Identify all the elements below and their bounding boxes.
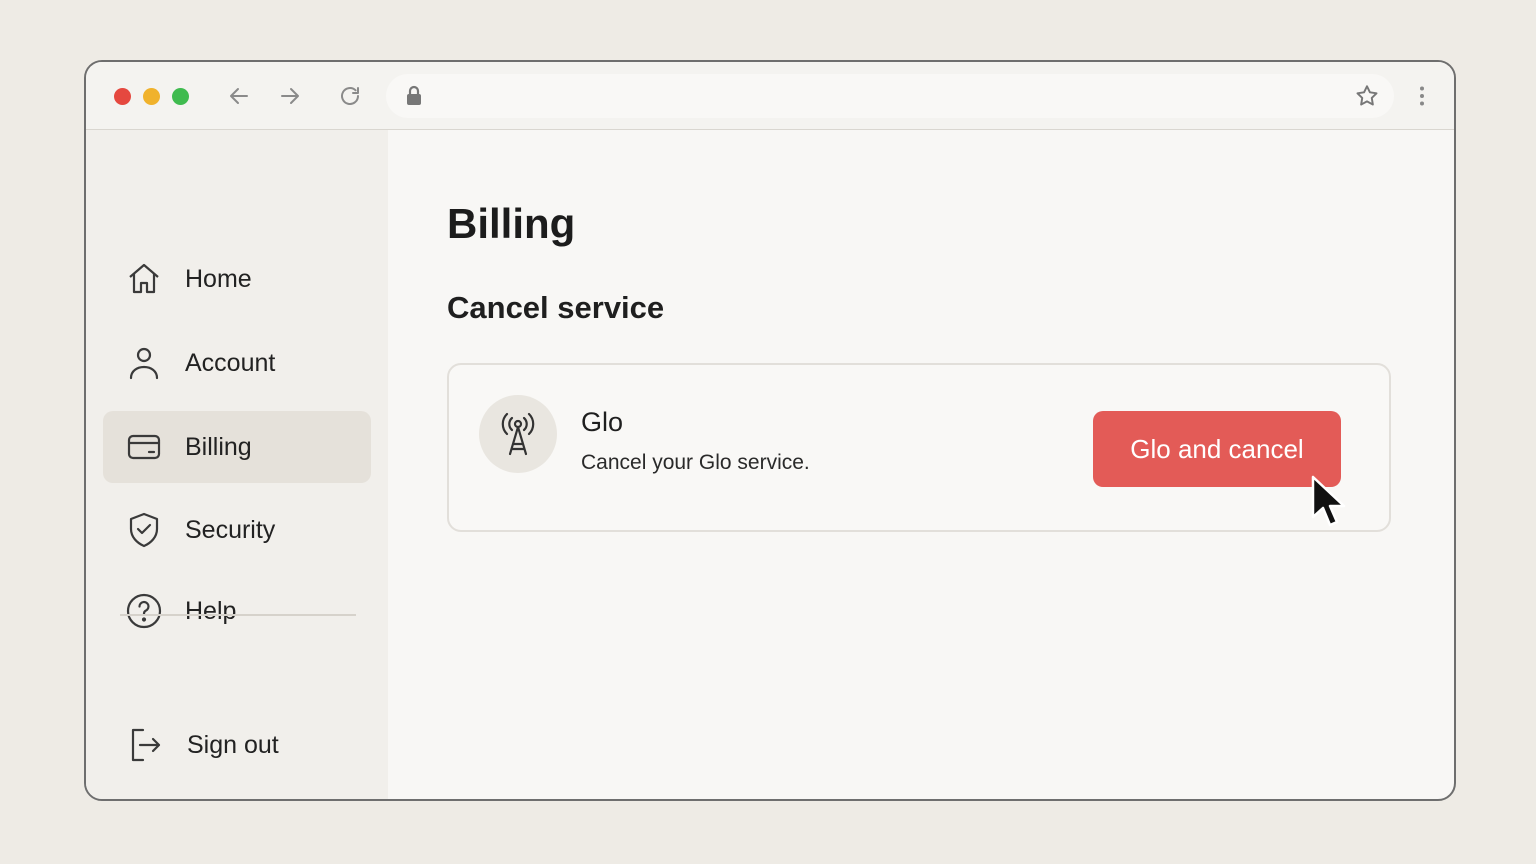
address-bar[interactable] <box>386 74 1394 118</box>
sidebar-item-sign-out[interactable]: Sign out <box>103 709 371 781</box>
radio-tower-icon <box>479 395 557 473</box>
more-vertical-icon[interactable] <box>1410 84 1434 108</box>
close-window-button[interactable] <box>114 88 131 105</box>
shield-check-icon <box>125 511 163 549</box>
sidebar-item-help[interactable]: Help <box>103 575 371 647</box>
sidebar-item-security[interactable]: Security <box>103 494 371 566</box>
sidebar-item-label: Help <box>185 596 237 625</box>
browser-toolbar <box>86 62 1454 130</box>
sidebar-item-label: Security <box>185 515 276 544</box>
home-icon <box>125 260 163 298</box>
forward-arrow-icon[interactable] <box>278 84 302 108</box>
star-icon[interactable] <box>1354 83 1380 109</box>
service-description: Cancel your Glo service. <box>581 451 810 474</box>
sidebar-item-account[interactable]: Account <box>103 327 371 399</box>
reload-icon[interactable] <box>338 84 362 108</box>
user-icon <box>125 344 163 382</box>
browser-window: Home Account Billing Security Help Sign … <box>84 60 1456 801</box>
credit-card-icon <box>125 428 163 466</box>
mouse-cursor-icon <box>1311 475 1346 527</box>
url-input[interactable] <box>440 80 1338 112</box>
section-title: Cancel service <box>447 290 665 325</box>
sidebar-item-billing[interactable]: Billing <box>103 411 371 483</box>
page-title: Billing <box>447 200 576 247</box>
sidebar-item-home[interactable]: Home <box>103 243 371 315</box>
maximize-window-button[interactable] <box>172 88 189 105</box>
cancel-service-button[interactable]: Glo and cancel <box>1093 411 1341 487</box>
sign-out-icon <box>125 726 163 764</box>
sidebar-item-label: Sign out <box>187 730 279 759</box>
sidebar-item-label: Account <box>185 348 276 377</box>
sidebar: Home Account Billing Security Help Sign … <box>86 130 388 799</box>
help-circle-icon <box>125 592 163 630</box>
sidebar-divider <box>120 614 356 616</box>
sidebar-item-label: Billing <box>185 432 252 461</box>
minimize-window-button[interactable] <box>143 88 160 105</box>
sidebar-item-label: Home <box>185 264 252 293</box>
service-name: Glo <box>581 407 624 437</box>
service-card: Glo Cancel your Glo service. Glo and can… <box>447 363 1391 532</box>
main-content: Billing Cancel service Glo Cancel your G… <box>388 130 1454 799</box>
lock-icon <box>407 85 421 105</box>
back-arrow-icon[interactable] <box>227 84 251 108</box>
